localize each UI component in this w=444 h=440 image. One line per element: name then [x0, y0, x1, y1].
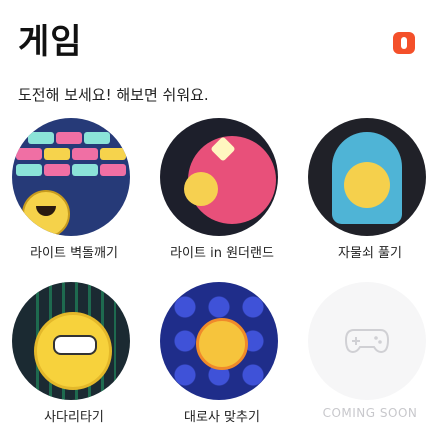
bomb-thumbnail [160, 118, 278, 236]
dice-thumbnail [160, 282, 278, 400]
page-title: 게임 [18, 22, 83, 62]
page-subtitle: 도전해 보세요! 해보면 쉬워요. [18, 86, 209, 104]
game-label: COMING SOON [322, 406, 418, 420]
character-icon [34, 312, 112, 390]
game-tile-ladder[interactable]: 사다리타기 [0, 282, 148, 436]
game-label: 라이트 벽돌깨기 [30, 246, 118, 261]
coming-soon-thumbnail [308, 282, 426, 400]
character-icon [22, 190, 70, 236]
block-puzzle-thumbnail [12, 118, 130, 236]
character-icon [344, 162, 390, 208]
character-icon [184, 172, 218, 206]
ladder-thumbnail [12, 282, 130, 400]
game-tile-wonderland[interactable]: 라이트 in 원더랜드 [148, 118, 296, 272]
game-tile-unlock[interactable]: 자물쇠 풀기 [296, 118, 444, 272]
game-label: 자물쇠 풀기 [338, 246, 402, 261]
game-tile-block-breaker[interactable]: 라이트 벽돌깨기 [0, 118, 148, 272]
keyhole-thumbnail [308, 118, 426, 236]
badge-icon[interactable] [393, 32, 415, 54]
character-icon [196, 318, 248, 370]
game-grid: 라이트 벽돌깨기 라이트 in 원더랜드 자물쇠 풀기 사다리타기 대로사 맞추… [0, 118, 444, 440]
game-label: 사다리타기 [44, 410, 104, 425]
game-tile-coming-soon: COMING SOON [296, 282, 444, 436]
game-tile-dice[interactable]: 대로사 맞추기 [148, 282, 296, 436]
game-label: 라이트 in 원더랜드 [170, 246, 274, 261]
game-label: 대로사 맞추기 [184, 410, 260, 425]
header: 게임 도전해 보세요! 해보면 쉬워요. [18, 18, 426, 104]
gamepad-icon [344, 329, 390, 354]
